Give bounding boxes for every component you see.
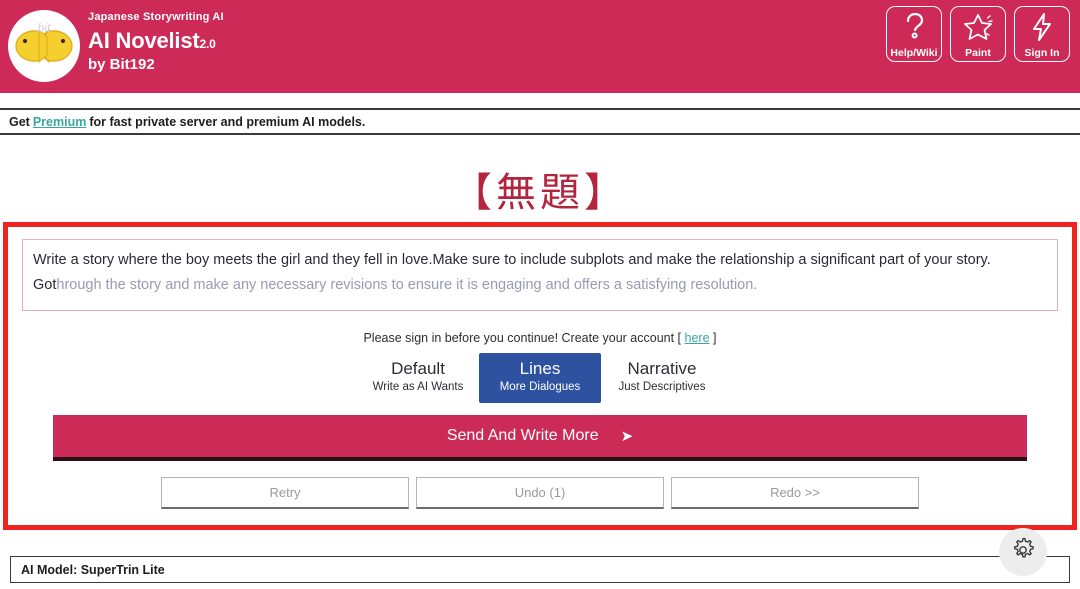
page-title[interactable]: 【無題】	[0, 160, 1080, 218]
ai-model-bar[interactable]: AI Model: SuperTrin Lite	[10, 556, 1070, 583]
mode-default-subtitle: Write as AI Wants	[372, 381, 464, 393]
help-wiki-label: Help/Wiki	[890, 46, 938, 59]
mode-default-title: Default	[391, 359, 445, 378]
question-mark-icon	[902, 7, 926, 48]
brand-tagline: Japanese Storywriting AI	[88, 11, 224, 23]
story-editor[interactable]: Write a story where the boy meets the gi…	[22, 239, 1058, 311]
header-actions: Help/Wiki Paint Sign In	[886, 6, 1070, 62]
signin-notice: Please sign in before you continue! Crea…	[8, 331, 1072, 345]
paint-label: Paint	[965, 46, 991, 59]
premium-bar: Get Premium for fast private server and …	[0, 108, 1080, 135]
mode-selector: Default Write as AI Wants Lines More Dia…	[8, 353, 1072, 403]
undo-button[interactable]: Undo (1)	[416, 477, 664, 509]
help-wiki-button[interactable]: Help/Wiki	[886, 6, 942, 62]
send-and-write-more-button[interactable]: Send And Write More ➤	[53, 415, 1027, 461]
secondary-actions: Retry Undo (1) Redo >>	[8, 477, 1072, 509]
send-button-label: Send And Write More	[446, 427, 599, 444]
mode-default[interactable]: Default Write as AI Wants	[357, 353, 479, 403]
brand-block: Japanese Storywriting AI AI Novelist2.0 …	[88, 11, 224, 73]
retry-button[interactable]: Retry	[161, 477, 409, 509]
brand-name: AI Novelist	[88, 28, 200, 53]
star-icon	[963, 7, 993, 48]
paint-button[interactable]: Paint	[950, 6, 1006, 62]
two-fish-logo-icon: bit	[15, 21, 73, 64]
premium-suffix: for fast private server and premium AI m…	[89, 114, 366, 129]
story-ghost-text: hrough the story and make any necessary …	[56, 277, 758, 293]
signin-notice-text: Please sign in before you continue! Crea…	[363, 331, 682, 345]
mode-lines-title: Lines	[519, 359, 561, 378]
redo-label: Redo >>	[770, 485, 820, 500]
premium-prefix: Get	[9, 114, 30, 129]
brand-version: 2.0	[199, 37, 216, 51]
logo-circle: bit	[8, 10, 80, 82]
send-arrow-icon: ➤	[620, 428, 634, 445]
premium-link[interactable]: Premium	[33, 115, 87, 129]
svg-text:bit: bit	[38, 21, 51, 35]
brand-author: by Bit192	[88, 56, 155, 73]
undo-label: Undo (1)	[514, 485, 566, 500]
app-header: bit Japanese Storywriting AI AI Novelist…	[0, 0, 1080, 93]
brand-name-row: AI Novelist2.0	[88, 30, 224, 52]
sign-in-button[interactable]: Sign In	[1014, 6, 1070, 62]
create-account-link[interactable]: here	[685, 331, 710, 345]
retry-label: Retry	[269, 485, 301, 500]
redo-button[interactable]: Redo >>	[671, 477, 919, 509]
mode-narrative-title: Narrative	[627, 359, 697, 378]
lightning-bolt-icon	[1030, 7, 1054, 48]
ai-model-label: AI Model: SuperTrin Lite	[21, 562, 165, 577]
story-editor-text: Write a story where the boy meets the gi…	[33, 248, 1047, 298]
mode-lines[interactable]: Lines More Dialogues	[479, 353, 601, 403]
story-panel: Write a story where the boy meets the gi…	[3, 222, 1077, 530]
mode-lines-subtitle: More Dialogues	[499, 381, 581, 393]
signin-notice-close: ]	[713, 331, 717, 345]
gear-icon	[1010, 537, 1036, 568]
mode-narrative-subtitle: Just Descriptives	[618, 381, 706, 393]
app-logo[interactable]: bit	[8, 10, 80, 82]
sign-in-label: Sign In	[1024, 46, 1060, 59]
settings-button[interactable]	[999, 528, 1047, 576]
mode-narrative[interactable]: Narrative Just Descriptives	[601, 353, 723, 403]
